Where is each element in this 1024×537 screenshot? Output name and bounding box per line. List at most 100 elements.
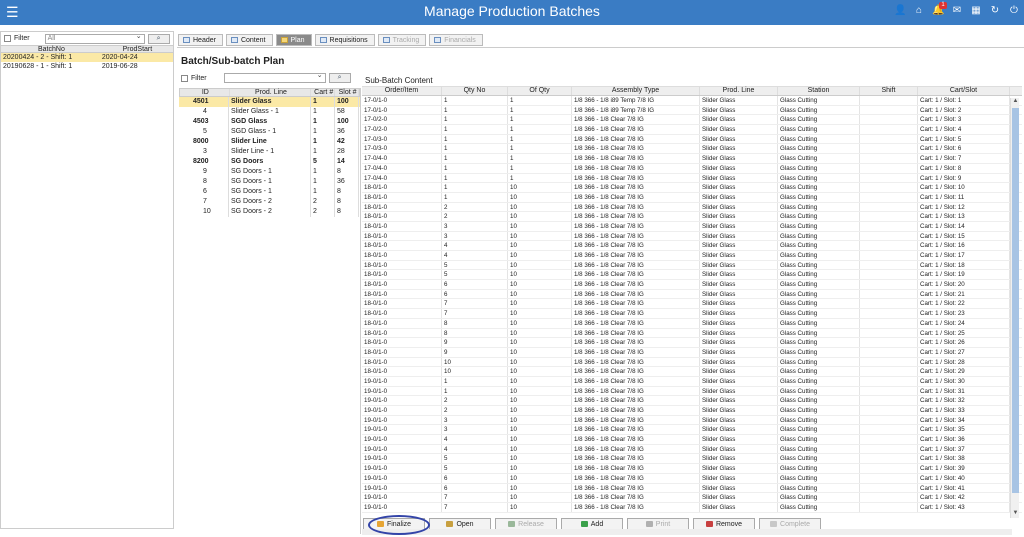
sub-batch-row[interactable]: 17-0/2-0 1 1 1/8 366 - 1/8 Clear 7/8 IG Slid… xyxy=(362,115,1022,126)
sub-batch-row[interactable]: 18-0/1-0 4 10 1/8 366 - 1/8 Clear 7/8 IG Sli… xyxy=(362,251,1022,261)
tab-content[interactable]: Content xyxy=(225,34,273,46)
button-label: Add xyxy=(590,520,604,528)
tab-plan[interactable]: Plan xyxy=(275,34,312,46)
search-button[interactable]: ⌕ xyxy=(147,33,170,44)
plan-row[interactable]: 5 SGD Glass - 1 1 36 xyxy=(179,127,360,137)
column-header[interactable]: Shift xyxy=(860,87,918,95)
plan-row[interactable]: 7 SG Doors - 228 xyxy=(179,197,360,207)
plan-row[interactable]: 3 Slider Line - 1 1 28 xyxy=(179,147,360,157)
sub-batch-row[interactable]: 19-0/1-0 1 10 1/8 366 - 1/8 Clear 7/8 IG Sli… xyxy=(362,386,1022,397)
sub-batch-row[interactable]: 18-0/1-0 2 10 1/8 366 - 1/8 Clear 7/8 IG Sli… xyxy=(362,202,1022,213)
sub-batch-row[interactable]: 18-0/1-0 4 10 1/8 366 - 1/8 Clear 7/8 IG Sli… xyxy=(362,241,1022,251)
sub-batch-row[interactable]: 19-0/1-0 5 10 1/8 366 - 1/8 Clear 7/8 IG Sli… xyxy=(362,454,1022,465)
calendar-icon[interactable]: ▦ xyxy=(970,5,982,17)
plan-filter-select[interactable] xyxy=(223,72,326,83)
sub-batch-row[interactable]: 18-0/1-0 6 10 1/8 366 - 1/8 Clear 7/8 IG Sli… xyxy=(362,280,1022,290)
plan-row[interactable]: 4501 Slider Glass 1 100 xyxy=(179,97,360,107)
sub-batch-row[interactable]: 19-0/1-0 3 10 1/8 366 - 1/8 Clear 7/8 IG Sli… xyxy=(362,425,1022,436)
sub-batch-row[interactable]: 18-0/1-0 9 10 1/8 366 - 1/8 Clear 7/8 IG Sli… xyxy=(362,347,1022,358)
column-header[interactable]: BatchNo xyxy=(1,46,100,53)
column-header[interactable]: ID xyxy=(180,89,230,96)
sub-batch-row[interactable]: 18-0/1-0 1 10 1/8 366 - 1/8 Clear 7/8 IG Sli… xyxy=(362,183,1022,193)
plan-row[interactable]: 8000 Slider Line 1 42 xyxy=(179,137,360,147)
filter-checkbox[interactable] xyxy=(4,35,11,42)
sub-batch-row[interactable]: 17-0/2-0 1 1 1/8 366 - 1/8 Clear 7/8 IG Slid… xyxy=(362,125,1022,135)
sub-batch-row[interactable]: 18-0/1-0 8 10 1/8 366 - 1/8 Clear 7/8 IG Sli… xyxy=(362,328,1022,339)
filter-select[interactable]: All xyxy=(44,33,145,44)
plan-row[interactable]: 4 Slider Glass - 1 1 58 xyxy=(179,107,360,117)
plan-row[interactable]: 10 SG Doors - 228 xyxy=(179,207,360,217)
sub-batch-cell: 10 xyxy=(508,280,572,289)
sub-batch-cell: 1/8 366 - 1/8 Clear 7/8 IG xyxy=(572,406,700,415)
sub-batch-row[interactable]: 18-0/1-0 5 10 1/8 366 - 1/8 Clear 7/8 IG Sli… xyxy=(362,270,1022,281)
batch-row[interactable]: 20190628 - 1 - Shift: 1 2019-06-28 xyxy=(1,62,173,71)
sub-batch-row[interactable]: 19-0/1-0 3 10 1/8 366 - 1/8 Clear 7/8 IG Sli… xyxy=(362,415,1022,426)
mail-icon[interactable]: ✉ xyxy=(951,5,963,17)
sub-batch-row[interactable]: 18-0/1-0 7 10 1/8 366 - 1/8 Clear 7/8 IG Sli… xyxy=(362,309,1022,319)
column-header[interactable]: Prod. Line xyxy=(700,87,778,95)
column-header[interactable]: Assembly Type xyxy=(572,87,700,95)
sub-batch-row[interactable]: 19-0/1-0 5 10 1/8 366 - 1/8 Clear 7/8 IG Sli… xyxy=(362,464,1022,474)
sub-batch-row[interactable]: 19-0/1-0 6 10 1/8 366 - 1/8 Clear 7/8 IG Sli… xyxy=(362,483,1022,494)
sub-batch-row[interactable]: 19-0/1-0 7 10 1/8 366 - 1/8 Clear 7/8 IG Sli… xyxy=(362,493,1022,503)
sub-batch-row[interactable]: 17-0/1-0 1 1 1/8 366 - 1/8 i89 Temp 7/8 IG S… xyxy=(362,96,1022,106)
tab-requisitions[interactable]: Requisitions xyxy=(314,34,375,46)
sub-batch-row[interactable]: 19-0/1-0 4 10 1/8 366 - 1/8 Clear 7/8 IG Sli… xyxy=(362,444,1022,455)
vertical-scrollbar[interactable]: ▲ ▼ xyxy=(1010,98,1019,518)
column-header[interactable]: Cart # xyxy=(311,89,336,96)
column-header[interactable]: Station xyxy=(778,87,860,95)
sub-batch-row[interactable]: 18-0/1-0 7 10 1/8 366 - 1/8 Clear 7/8 IG Sli… xyxy=(362,299,1022,310)
sub-batch-row[interactable]: 17-0/4-0 1 1 1/8 366 - 1/8 Clear 7/8 IG Slid… xyxy=(362,163,1022,174)
scrollbar-thumb[interactable] xyxy=(1012,108,1019,493)
column-header[interactable]: Prod. Line xyxy=(230,89,312,96)
sub-batch-row[interactable]: 17-0/4-0 1 1 1/8 366 - 1/8 Clear 7/8 IG Slid… xyxy=(362,154,1022,164)
sub-batch-row[interactable]: 18-0/1-0 8 10 1/8 366 - 1/8 Clear 7/8 IG Sli… xyxy=(362,318,1022,329)
sub-batch-row[interactable]: 18-0/1-0 5 10 1/8 366 - 1/8 Clear 7/8 IG Sli… xyxy=(362,260,1022,271)
sub-batch-cell: 1 xyxy=(508,163,572,173)
scroll-down-icon[interactable]: ▼ xyxy=(1011,510,1020,518)
sub-batch-row[interactable]: 19-0/1-0 6 10 1/8 366 - 1/8 Clear 7/8 IG Sli… xyxy=(362,473,1022,484)
sub-batch-row[interactable]: 18-0/1-0 1 10 1/8 366 - 1/8 Clear 7/8 IG Sli… xyxy=(362,192,1022,203)
sub-batch-row[interactable]: 18-0/1-0 2 10 1/8 366 - 1/8 Clear 7/8 IG Sli… xyxy=(362,212,1022,222)
plan-cell-id: 10 xyxy=(179,207,229,217)
sub-batch-row[interactable]: 19-0/1-0 7 10 1/8 366 - 1/8 Clear 7/8 IG Sli… xyxy=(362,502,1022,513)
batch-row[interactable]: 20200424 - 2 - Shift: 1 2020-04-24 xyxy=(1,53,173,62)
sub-batch-row[interactable]: 17-0/3-0 1 1 1/8 366 - 1/8 Clear 7/8 IG Slid… xyxy=(362,144,1022,155)
sub-batch-row[interactable]: 19-0/1-0 2 10 1/8 366 - 1/8 Clear 7/8 IG Sli… xyxy=(362,406,1022,416)
sub-batch-row[interactable]: 18-0/1-0 6 10 1/8 366 - 1/8 Clear 7/8 IG Sli… xyxy=(362,289,1022,300)
plan-row[interactable]: 4503 SGD Glass 1 100 xyxy=(179,117,360,127)
sub-batch-row[interactable]: 17-0/3-0 1 1 1/8 366 - 1/8 Clear 7/8 IG Slid… xyxy=(362,134,1022,145)
plan-row[interactable]: 9 SG Doors - 118 xyxy=(179,167,360,177)
column-header[interactable]: Qty No xyxy=(442,87,508,95)
column-header[interactable]: Slot # xyxy=(335,89,359,96)
sub-batch-row[interactable]: 19-0/1-0 1 10 1/8 366 - 1/8 Clear 7/8 IG Sli… xyxy=(362,376,1022,387)
power-icon[interactable]: ⏻ xyxy=(1008,5,1020,17)
plan-row[interactable]: 8 SG Doors - 1 1 36 xyxy=(179,177,360,187)
sub-batch-row[interactable]: 18-0/1-0 10 10 1/8 366 - 1/8 Clear 7/8 IG Sl… xyxy=(362,357,1022,368)
plan-row[interactable]: 6 SG Doors - 118 xyxy=(179,187,360,197)
sub-batch-row[interactable]: 17-0/1-0 1 1 1/8 366 - 1/8 i89 Temp 7/8 IG S… xyxy=(362,105,1022,116)
plan-filter-checkbox[interactable] xyxy=(181,74,188,82)
sub-batch-row[interactable]: 19-0/1-0 4 10 1/8 366 - 1/8 Clear 7/8 IG Sli… xyxy=(362,435,1022,445)
tab-header[interactable]: Header xyxy=(178,34,223,46)
bell-icon[interactable]: 🔔 1 xyxy=(932,2,947,17)
user-icon[interactable]: 👤 xyxy=(894,5,906,17)
column-header[interactable]: Order/Item xyxy=(362,87,442,95)
home-icon[interactable]: ⌂ xyxy=(913,5,925,17)
sub-batch-row[interactable]: 19-0/1-0 2 10 1/8 366 - 1/8 Clear 7/8 IG Sli… xyxy=(362,396,1022,406)
sub-batch-row[interactable]: 18-0/1-0 3 10 1/8 366 - 1/8 Clear 7/8 IG Sli… xyxy=(362,221,1022,232)
column-header[interactable]: Of Qty xyxy=(508,87,572,95)
sub-batch-cell: 1/8 366 - 1/8 Clear 7/8 IG xyxy=(572,202,700,212)
sub-batch-row[interactable]: 18-0/1-0 10 10 1/8 366 - 1/8 Clear 7/8 IG Sl… xyxy=(362,367,1022,377)
scroll-up-icon[interactable]: ▲ xyxy=(1011,98,1020,106)
sub-batch-row[interactable]: 18-0/1-0 9 10 1/8 366 - 1/8 Clear 7/8 IG Sli… xyxy=(362,338,1022,348)
plan-search-button[interactable]: ⌕ xyxy=(328,73,351,83)
sub-batch-row[interactable]: 17-0/4-0 1 1 1/8 366 - 1/8 Clear 7/8 IG Slid… xyxy=(362,173,1022,184)
column-header[interactable]: ProdStart xyxy=(100,46,173,53)
sub-batch-cell: 1/8 366 - 1/8 i89 Temp 7/8 IG xyxy=(572,105,700,115)
sub-batch-row[interactable]: 18-0/1-0 3 10 1/8 366 - 1/8 Clear 7/8 IG Sli… xyxy=(362,231,1022,242)
column-header[interactable]: Cart/Slot xyxy=(918,87,1010,95)
refresh-icon[interactable]: ↻ xyxy=(989,5,1001,17)
plan-row[interactable]: 8200 SG Doors 5 14 xyxy=(179,157,360,167)
horizontal-scrollbar[interactable] xyxy=(362,529,1012,535)
